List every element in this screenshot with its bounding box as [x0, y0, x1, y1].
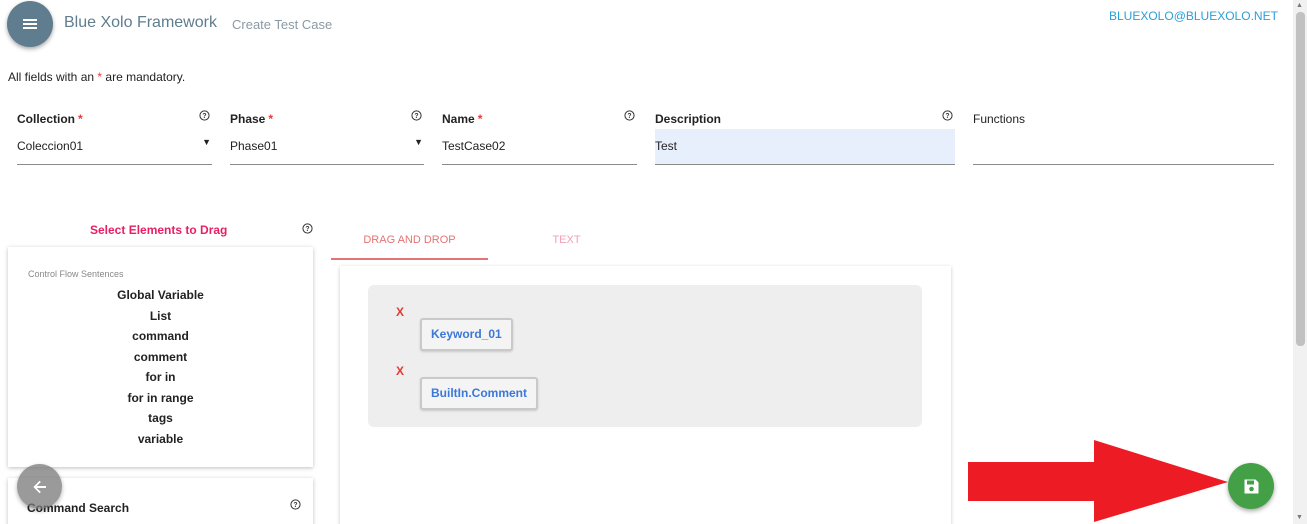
collection-label: Collection: [17, 112, 76, 126]
control-flow-label: Control Flow Sentences: [28, 269, 124, 279]
draggable-element[interactable]: comment: [8, 347, 313, 368]
scroll-up-arrow-icon[interactable]: ▲: [1296, 2, 1303, 9]
arrow-left-icon: [32, 480, 46, 493]
svg-text:?: ?: [202, 113, 206, 120]
svg-text:?: ?: [293, 502, 297, 509]
draggable-element[interactable]: for in range: [8, 388, 313, 409]
name-field: Name * ? TestCase02: [442, 108, 637, 166]
svg-text:?: ?: [414, 113, 418, 120]
draggable-element[interactable]: Global Variable: [8, 285, 313, 306]
help-icon[interactable]: ?: [290, 499, 301, 510]
draggable-element[interactable]: tags: [8, 408, 313, 429]
elements-card: Control Flow Sentences Global Variable L…: [8, 247, 313, 467]
draggable-element[interactable]: for in: [8, 367, 313, 388]
description-input[interactable]: Test: [655, 129, 955, 165]
back-button[interactable]: [17, 464, 62, 509]
required-star: *: [78, 112, 83, 126]
help-icon[interactable]: ?: [302, 223, 313, 234]
help-icon[interactable]: ?: [199, 110, 210, 121]
description-label: Description: [655, 112, 722, 126]
draggable-element[interactable]: command: [8, 326, 313, 347]
help-icon[interactable]: ?: [942, 110, 953, 121]
keyword-chip[interactable]: Keyword_01: [420, 318, 513, 351]
svg-text:?: ?: [627, 113, 631, 120]
collection-select[interactable]: Coleccion01: [17, 129, 212, 165]
name-input[interactable]: TestCase02: [442, 129, 637, 165]
save-button[interactable]: [1228, 463, 1274, 509]
user-email[interactable]: BLUEXOLO@BLUEXOLO.NET: [1109, 9, 1278, 23]
functions-input[interactable]: [973, 129, 1274, 165]
select-elements-title: Select Elements to Drag: [90, 223, 228, 237]
delete-step-button[interactable]: X: [396, 305, 404, 319]
page-subtitle: Create Test Case: [232, 17, 333, 32]
name-label: Name: [442, 112, 475, 126]
scrollbar-thumb[interactable]: [1296, 12, 1305, 346]
elements-list: Global Variable List command comment for…: [8, 285, 313, 449]
svg-text:?: ?: [945, 113, 949, 120]
menu-icon: [23, 19, 37, 29]
app-title[interactable]: Blue Xolo Framework: [64, 14, 217, 32]
collection-field: Collection * ? Coleccion01 ▼: [17, 108, 212, 166]
description-field: Description ? Test: [655, 108, 955, 166]
caret-down-icon[interactable]: ▼: [414, 137, 423, 147]
functions-field: Functions: [973, 108, 1274, 166]
help-icon[interactable]: ?: [411, 110, 422, 121]
svg-text:?: ?: [305, 226, 309, 233]
required-star: *: [477, 112, 483, 126]
required-star: *: [97, 70, 103, 84]
red-arrow-annotation: [968, 440, 1228, 522]
draggable-element[interactable]: variable: [8, 429, 313, 450]
mandatory-note-prefix: All fields with an: [8, 70, 95, 84]
caret-down-icon[interactable]: ▼: [202, 137, 211, 147]
required-star: *: [268, 112, 274, 126]
tab-text[interactable]: TEXT: [488, 222, 645, 260]
floppy-disk-icon: [1244, 479, 1258, 493]
phase-field: Phase * ? Phase01 ▼: [230, 108, 424, 166]
phase-select[interactable]: Phase01: [230, 129, 424, 165]
help-icon[interactable]: ?: [624, 110, 635, 121]
draggable-element[interactable]: List: [8, 306, 313, 327]
scroll-down-arrow-icon[interactable]: ▼: [1296, 514, 1303, 521]
keyword-chip[interactable]: BuiltIn.Comment: [420, 377, 538, 410]
mandatory-note-suffix: are mandatory.: [105, 70, 186, 84]
menu-button[interactable]: [7, 1, 53, 47]
phase-label: Phase: [230, 112, 266, 126]
tab-drag-and-drop[interactable]: DRAG AND DROP: [331, 222, 488, 260]
functions-label: Functions: [973, 112, 1026, 126]
mandatory-note: All fields with an * are mandatory.: [8, 70, 185, 84]
delete-step-button[interactable]: X: [396, 364, 404, 378]
